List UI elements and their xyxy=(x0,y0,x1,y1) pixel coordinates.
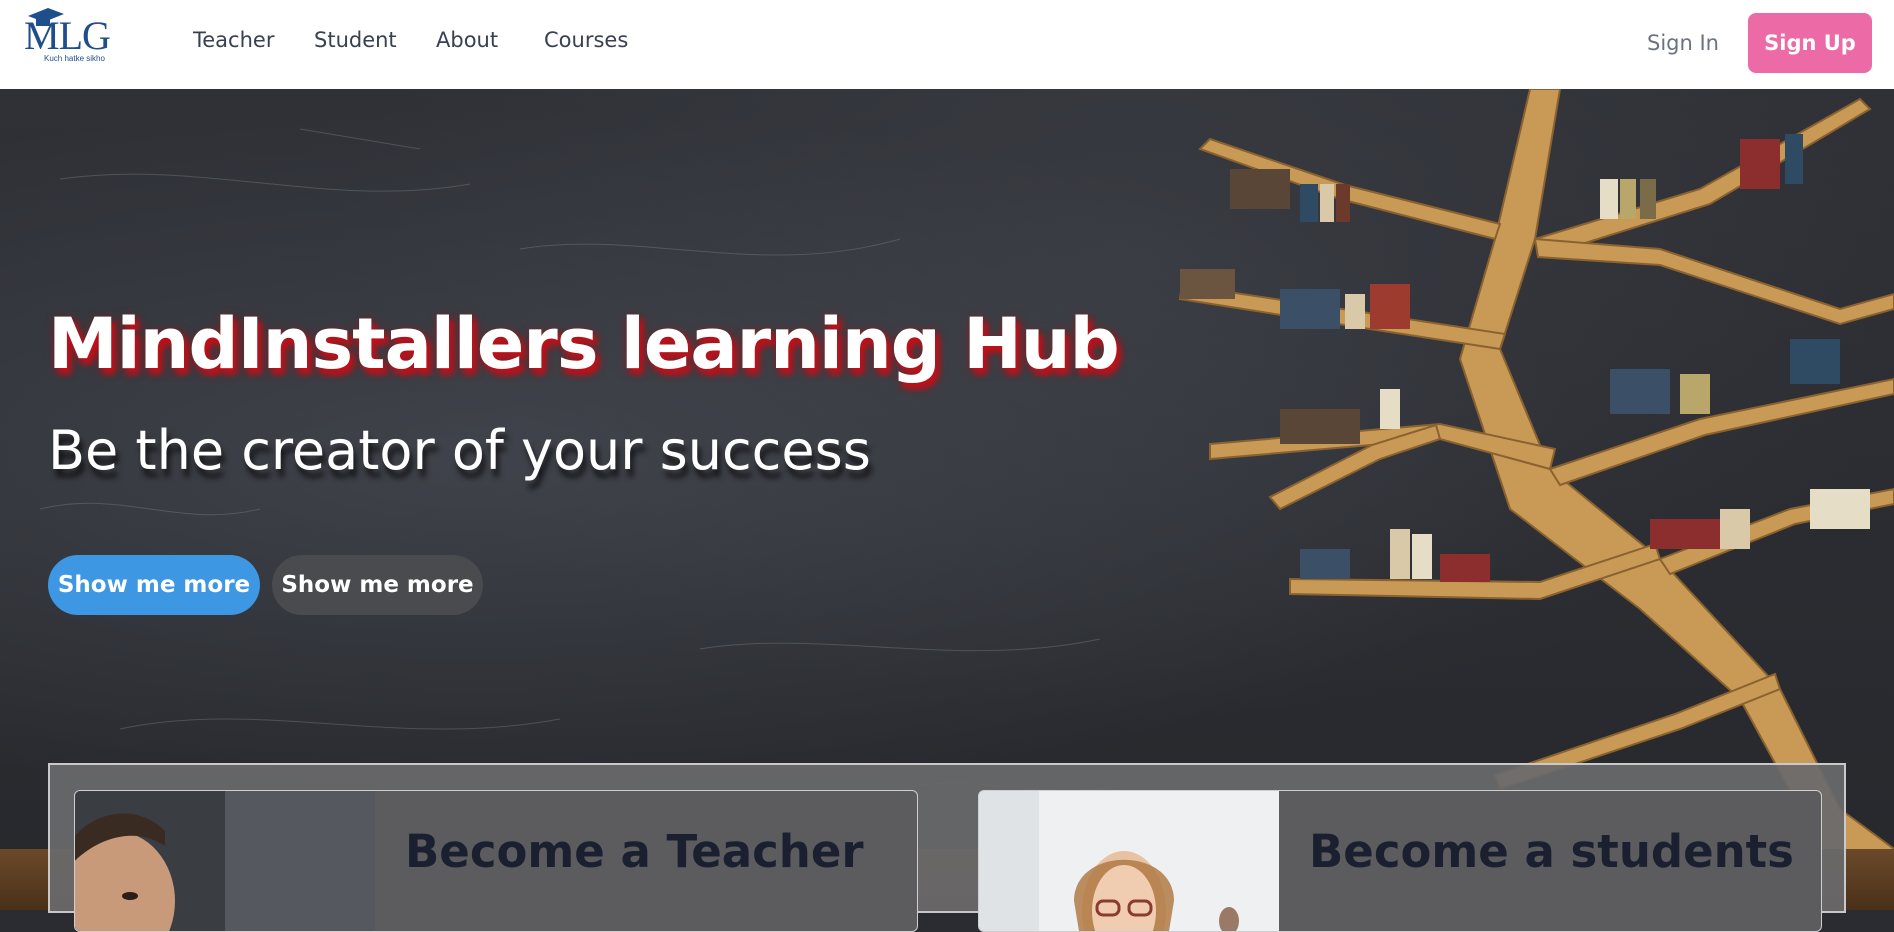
nav-link-courses[interactable]: Courses xyxy=(544,28,628,52)
nav-link-teacher[interactable]: Teacher xyxy=(193,28,274,52)
nav-link-student[interactable]: Student xyxy=(314,28,397,52)
sign-up-button[interactable]: Sign Up xyxy=(1748,13,1872,73)
hero-subtitle: Be the creator of your success xyxy=(48,419,871,482)
role-cards-panel: Become a Teacher Become a students xyxy=(48,763,1846,932)
student-photo xyxy=(979,791,1279,931)
teacher-photo xyxy=(75,791,375,931)
brand-logo[interactable]: MLG Kuch hatke sikho xyxy=(24,6,124,68)
top-navbar: MLG Kuch hatke sikho Teacher Student Abo… xyxy=(0,0,1894,89)
teacher-card-title: Become a Teacher xyxy=(405,825,864,878)
show-more-secondary-button[interactable]: Show me more xyxy=(272,555,483,615)
logo-wordmark: MLG xyxy=(24,13,111,58)
sign-in-link[interactable]: Sign In xyxy=(1647,31,1719,55)
nav-link-about[interactable]: About xyxy=(436,28,498,52)
teacher-card[interactable]: Become a Teacher xyxy=(74,790,918,932)
student-card[interactable]: Become a students xyxy=(978,790,1822,932)
student-card-title: Become a students xyxy=(1309,825,1794,878)
show-more-primary-button[interactable]: Show me more xyxy=(48,555,260,615)
hero-title: MindInstallers learning Hub xyxy=(48,303,1120,385)
logo-tagline: Kuch hatke sikho xyxy=(44,54,105,63)
